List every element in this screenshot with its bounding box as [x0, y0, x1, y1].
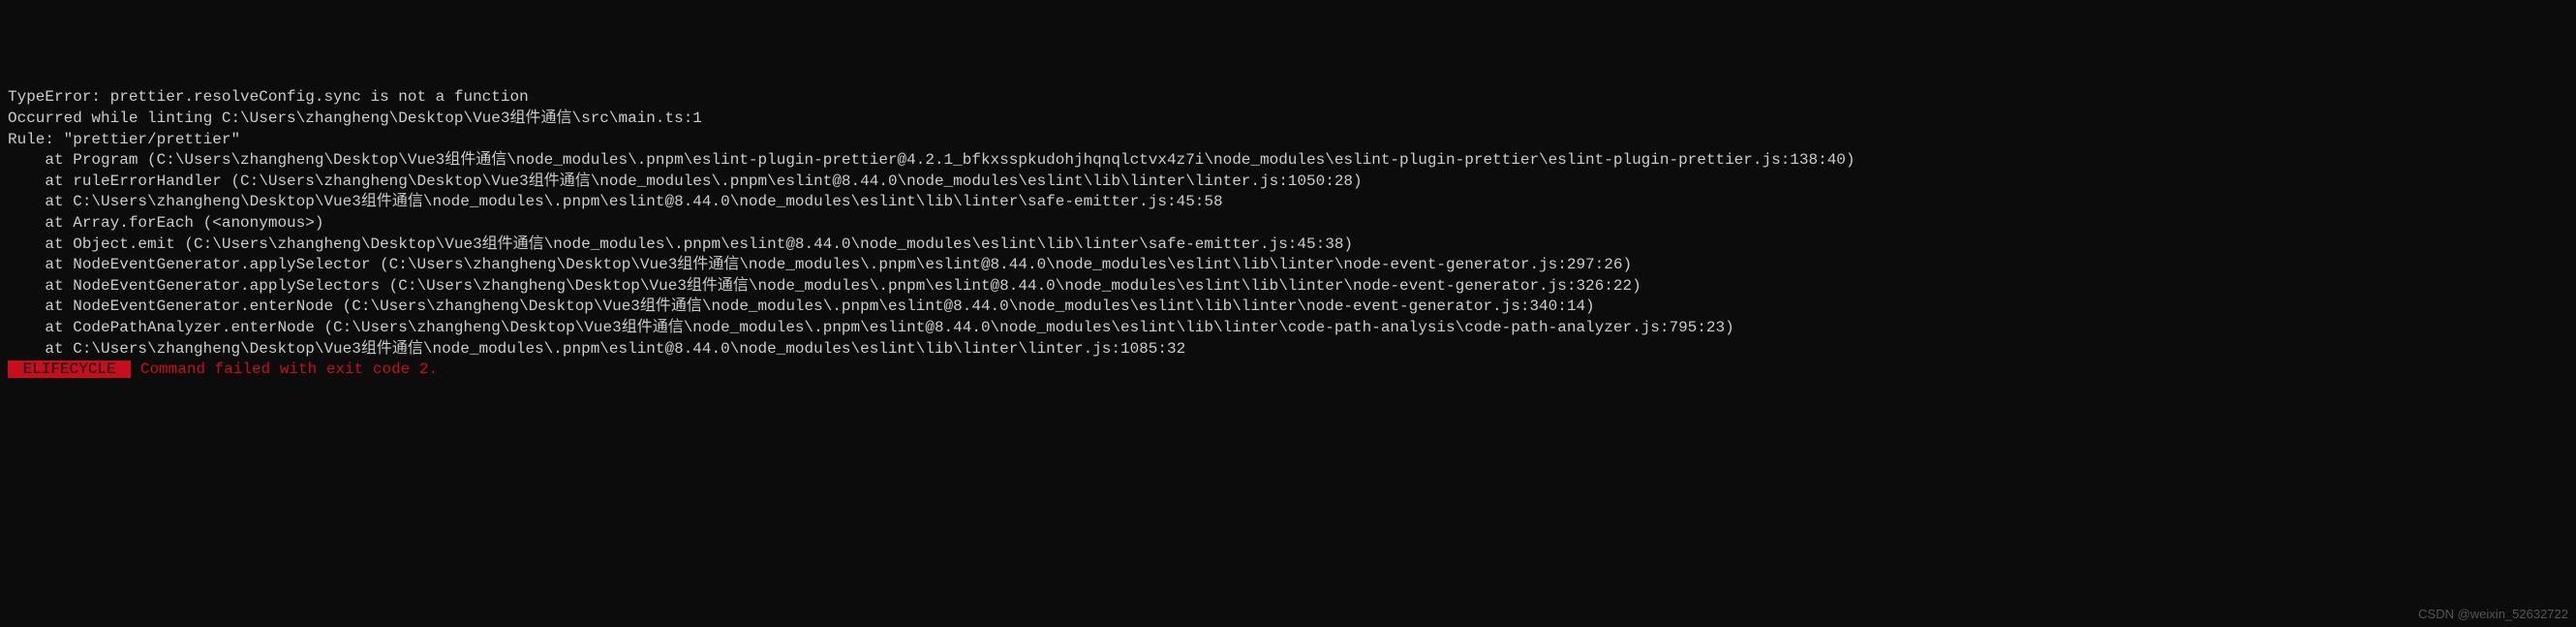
error-type: TypeError: prettier.resolveConfig.sync i…: [8, 88, 529, 106]
stack-line-4: at Object.emit (C:\Users\zhangheng\Deskt…: [8, 235, 1353, 253]
stack-line-3: at Array.forEach (<anonymous>): [8, 214, 323, 232]
lifecycle-message: Command failed with exit code 2.: [131, 361, 438, 378]
stack-line-6: at NodeEventGenerator.applySelectors (C:…: [8, 277, 1641, 295]
stack-line-9: at C:\Users\zhangheng\Desktop\Vue3组件通信\n…: [8, 340, 1185, 358]
stack-line-5: at NodeEventGenerator.applySelector (C:\…: [8, 256, 1632, 273]
watermark: CSDN @weixin_52632722: [2418, 606, 2568, 623]
stack-line-2: at C:\Users\zhangheng\Desktop\Vue3组件通信\n…: [8, 193, 1223, 210]
stack-line-8: at CodePathAnalyzer.enterNode (C:\Users\…: [8, 319, 1734, 336]
stack-line-0: at Program (C:\Users\zhangheng\Desktop\V…: [8, 151, 1855, 169]
terminal-output: TypeError: prettier.resolveConfig.sync i…: [8, 87, 2568, 380]
stack-line-1: at ruleErrorHandler (C:\Users\zhangheng\…: [8, 172, 1363, 190]
error-occurred: Occurred while linting C:\Users\zhanghen…: [8, 110, 702, 127]
error-rule: Rule: "prettier/prettier": [8, 131, 240, 148]
lifecycle-badge: ELIFECYCLE: [8, 361, 131, 378]
stack-line-7: at NodeEventGenerator.enterNode (C:\User…: [8, 298, 1595, 315]
